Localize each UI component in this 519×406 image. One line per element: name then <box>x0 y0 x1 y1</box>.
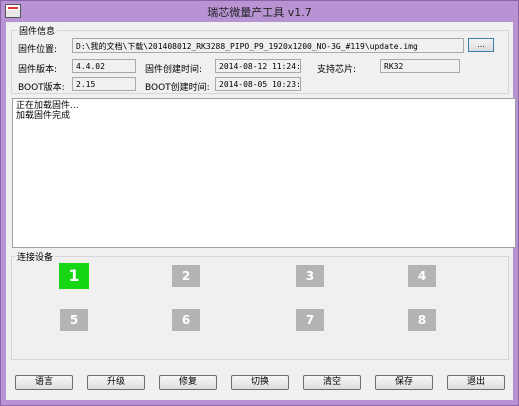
device-slot-3[interactable]: 3 <box>296 265 324 287</box>
repair-button[interactable]: 修复 <box>159 375 217 390</box>
firmware-create-time-field: 2014-08-12 11:24:31 <box>215 59 301 73</box>
window-title: 瑞芯微量产工具 v1.7 <box>207 6 312 19</box>
boot-version-field: 2.15 <box>72 77 136 91</box>
firmware-info-title: 固件信息 <box>17 24 58 37</box>
connected-devices-group: 连接设备 1 2 3 4 5 6 7 8 <box>11 250 509 360</box>
switch-button[interactable]: 切换 <box>231 375 289 390</box>
boot-create-time-field: 2014-08-05 10:23:23 <box>215 77 301 91</box>
firmware-location-field[interactable]: D:\我的文档\下载\201408012_RK3288_PIPO_P9_1920… <box>72 38 464 53</box>
save-button[interactable]: 保存 <box>375 375 433 390</box>
firmware-version-field: 4.4.02 <box>72 59 136 73</box>
connected-devices-title: 连接设备 <box>15 250 56 263</box>
device-slot-8[interactable]: 8 <box>408 309 436 331</box>
firmware-info-group: 固件信息 固件位置: D:\我的文档\下载\201408012_RK3288_P… <box>11 24 509 94</box>
client-area: 固件信息 固件位置: D:\我的文档\下载\201408012_RK3288_P… <box>6 22 516 400</box>
clear-button[interactable]: 清空 <box>303 375 361 390</box>
device-slot-4[interactable]: 4 <box>408 265 436 287</box>
log-output[interactable]: 正在加载固件... 加载固件完成 <box>12 98 516 248</box>
firmware-version-label: 固件版本: <box>18 65 58 75</box>
title-bar[interactable]: 瑞芯微量产工具 v1.7 <box>1 1 518 21</box>
boot-create-time-label: BOOT创建时间: <box>145 83 210 93</box>
language-button[interactable]: 语言 <box>15 375 73 390</box>
supported-chip-label: 支持芯片: <box>317 65 357 75</box>
device-slot-5[interactable]: 5 <box>60 309 88 331</box>
browse-button[interactable]: ... <box>468 38 494 52</box>
device-slot-1[interactable]: 1 <box>59 263 89 289</box>
exit-button[interactable]: 退出 <box>447 375 505 390</box>
upgrade-button[interactable]: 升级 <box>87 375 145 390</box>
device-slot-2[interactable]: 2 <box>172 265 200 287</box>
firmware-create-time-label: 固件创建时间: <box>145 65 203 75</box>
log-line: 加载固件完成 <box>16 111 71 121</box>
supported-chip-field: RK32 <box>380 59 460 73</box>
firmware-location-label: 固件位置: <box>18 45 58 55</box>
boot-version-label: BOOT版本: <box>18 83 65 93</box>
device-slot-6[interactable]: 6 <box>172 309 200 331</box>
app-window: 瑞芯微量产工具 v1.7 固件信息 固件位置: D:\我的文档\下载\20140… <box>0 0 519 406</box>
log-line: 正在加载固件... <box>16 101 79 111</box>
device-slot-7[interactable]: 7 <box>296 309 324 331</box>
